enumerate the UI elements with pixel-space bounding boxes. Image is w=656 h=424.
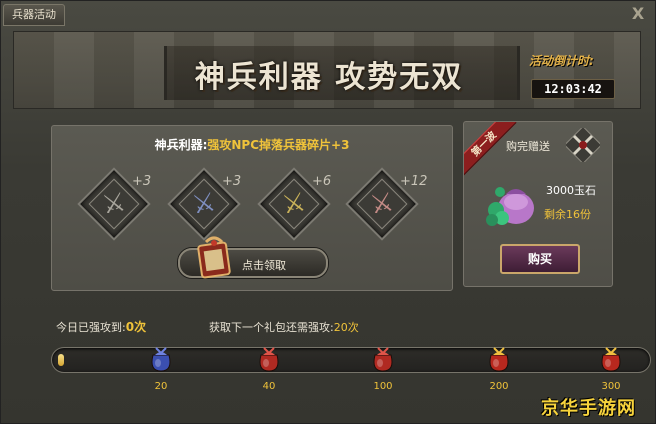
weapon-bonus: +12 [400,174,428,189]
next-gift-requirement: 获取下一个礼包还需强攻:20次 [209,319,359,335]
weapon-slot-blue[interactable]: ⚔ +3 [164,167,242,244]
milestone-label: 20 [154,381,168,392]
window-tab[interactable]: 兵器活动 [3,4,65,26]
milestone-label: 300 [601,381,621,392]
milestone-label: 100 [373,381,393,392]
activity-window: 兵器活动 Ⅹ 神兵利器 攻势无双 活动倒计时: 12:03:42 神兵利器:强攻… [0,0,656,424]
close-icon[interactable]: Ⅹ [629,5,647,23]
purchase-panel: 第一波 购完赠送 3000玉石 剩余16份 购买 [463,121,613,287]
watermark: 京华手游网 [541,398,636,419]
gift-bag-icon [259,347,279,372]
weapon-icon: ⚔ [367,187,397,221]
weapon-bonus: +3 [222,174,242,189]
today-attacks-value: 0次 [125,320,147,334]
weapon-bonus: +6 [312,174,332,189]
weapon-icon: ⚔ [279,187,309,221]
gift-bag-icon [151,347,171,372]
weapon-icon: ⚔ [189,187,219,221]
jade-gem-bag-icon [486,187,534,226]
gift-bag-icon [601,347,621,372]
next-gift-value: 20次 [333,321,359,334]
next-gift-label: 获取下一个礼包还需强攻: [209,321,334,334]
milestone-label: 40 [262,381,276,392]
reward-amount: 3000玉石 [546,184,596,197]
weapon-slot-grey[interactable]: ⚔ +3 [74,167,152,244]
purchase-title: 购完赠送 [506,140,550,153]
claim-button[interactable]: 点击领取 [178,236,328,279]
weapon-header-value: 强攻NPC掉落兵器碎片+3 [207,138,350,152]
countdown-label: 活动倒计时: [529,54,594,68]
weapon-panel-header: 神兵利器:强攻NPC掉落兵器碎片+3 [52,136,452,153]
claim-button-label: 点击领取 [242,259,286,272]
gift-bag-icon [489,347,509,372]
gift-bag-icon [373,347,393,372]
weapon-slot-gold[interactable]: ⚔ +6 [254,167,332,244]
today-attacks-label: 今日已强攻到: [56,321,126,334]
weapon-panel: 神兵利器:强攻NPC掉落兵器碎片+3 ⚔ +3 ⚔ +3 ⚔ +6 ⚔ +12 [51,125,453,291]
countdown-timer: 12:03:42 [531,79,615,99]
weapon-header-key: 神兵利器: [154,138,208,152]
buy-button[interactable]: 购买 [500,244,580,274]
weapon-bonus: +3 [132,174,152,189]
weapon-icon: ⚔ [99,187,129,221]
banner-title: 神兵利器 攻势无双 [194,60,464,95]
crossed-swords-icon [566,128,600,162]
milestone-label: 200 [489,381,509,392]
reward-remaining: 剩余16份 [544,208,591,221]
today-attacks: 今日已强攻到:0次 [56,318,146,335]
gift-scroll-icon [197,236,231,279]
weapon-slot-red[interactable]: ⚔ +12 [342,167,427,244]
progress-fill [58,354,64,366]
